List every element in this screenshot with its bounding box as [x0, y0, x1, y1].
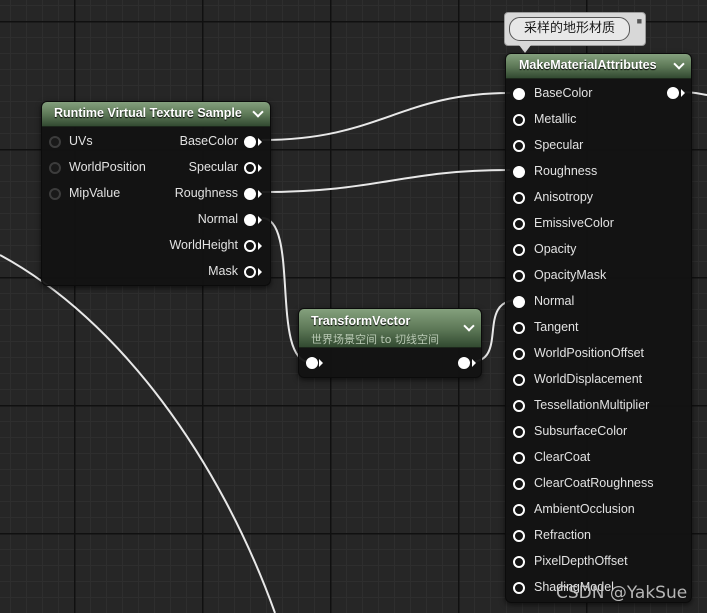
pin-label: BaseColor	[534, 86, 593, 100]
pin-label: MipValue	[69, 186, 121, 200]
transform-vector-node[interactable]: TransformVector 世界场景空间 to 切线空间	[298, 308, 482, 378]
input-pin-icon[interactable]	[513, 582, 525, 594]
input-pin-icon[interactable]	[513, 296, 525, 308]
output-pin-icon[interactable]	[244, 136, 256, 148]
mma-output[interactable]	[665, 85, 685, 101]
rvt-node-header[interactable]: Runtime Virtual Texture Sample	[42, 102, 270, 127]
mma-node-header[interactable]: MakeMaterialAttributes	[506, 54, 691, 79]
rvt-output-specular[interactable]: Specular	[132, 160, 262, 176]
pin-label: Normal	[197, 212, 238, 226]
rvt-output-normal[interactable]: Normal	[132, 212, 262, 228]
pin-label: BaseColor	[179, 134, 238, 148]
pin-label: Normal	[534, 294, 575, 308]
pin-label: WorldDisplacement	[534, 372, 643, 386]
pin-arrow-icon	[319, 359, 323, 367]
input-pin-icon[interactable]	[513, 322, 525, 334]
output-pin-icon[interactable]	[244, 266, 256, 278]
input-pin-icon[interactable]	[513, 218, 525, 230]
transform-input[interactable]	[306, 355, 326, 371]
comment-bubble[interactable]: 采样的地形材质 ■	[504, 12, 646, 53]
pin-label: Tangent	[534, 320, 579, 334]
input-pin-icon[interactable]	[513, 88, 525, 100]
input-pin-icon[interactable]	[306, 357, 318, 369]
wire-basecolor	[261, 92, 511, 141]
input-pin-icon[interactable]	[513, 192, 525, 204]
input-pin-icon[interactable]	[513, 426, 525, 438]
pin-label: ClearCoat	[534, 450, 591, 464]
transform-node-title: TransformVector	[311, 314, 411, 328]
input-pin-icon[interactable]	[513, 556, 525, 568]
pin-arrow-icon	[472, 359, 476, 367]
pin-label: PixelDepthOffset	[534, 554, 628, 568]
mma-node-title: MakeMaterialAttributes	[519, 58, 657, 72]
pin-label: AmbientOcclusion	[534, 502, 635, 516]
input-pin-icon[interactable]	[513, 400, 525, 412]
output-pin-icon[interactable]	[244, 162, 256, 174]
input-pin-icon[interactable]	[513, 452, 525, 464]
input-pin-icon[interactable]	[513, 140, 525, 152]
input-pin-icon[interactable]	[513, 530, 525, 542]
rvt-sample-node[interactable]: Runtime Virtual Texture Sample UVs World…	[41, 101, 271, 286]
pin-label: Specular	[188, 160, 238, 174]
chevron-down-icon[interactable]	[671, 58, 687, 74]
pin-label: Specular	[534, 138, 584, 152]
rvt-output-basecolor[interactable]: BaseColor	[132, 134, 262, 150]
pin-arrow-icon	[681, 89, 685, 97]
pin-icon[interactable]: ■	[637, 16, 642, 26]
pin-label: WorldPositionOffset	[534, 346, 645, 360]
rvt-output-worldheight[interactable]: WorldHeight	[132, 238, 262, 254]
pin-label: TessellationMultiplier	[534, 398, 650, 412]
input-pin-icon[interactable]	[513, 504, 525, 516]
input-pin-icon[interactable]	[49, 136, 61, 148]
output-pin-icon[interactable]	[244, 240, 256, 252]
pin-label: WorldHeight	[169, 238, 238, 252]
transform-node-header[interactable]: TransformVector 世界场景空间 to 切线空间	[299, 309, 481, 348]
pin-label: Anisotropy	[534, 190, 594, 204]
pin-label: Roughness	[534, 164, 598, 178]
pin-arrow-icon	[258, 190, 262, 198]
chevron-down-icon[interactable]	[250, 106, 266, 122]
pin-label: Opacity	[534, 242, 577, 256]
pin-label: Mask	[208, 264, 238, 278]
pin-label: Roughness	[174, 186, 238, 200]
pin-arrow-icon	[258, 268, 262, 276]
transform-node-subtitle: 世界场景空间 to 切线空间	[311, 333, 440, 346]
pin-arrow-icon	[258, 138, 262, 146]
input-pin-icon[interactable]	[513, 374, 525, 386]
input-pin-icon[interactable]	[513, 478, 525, 490]
input-pin-icon[interactable]	[513, 166, 525, 178]
wire-roughness	[261, 169, 511, 193]
make-material-attributes-node[interactable]: MakeMaterialAttributes BaseColor Metallic…	[505, 53, 692, 603]
pin-arrow-icon	[258, 164, 262, 172]
input-pin-icon[interactable]	[513, 348, 525, 360]
pin-label: OpacityMask	[534, 268, 607, 282]
pin-label: Metallic	[534, 112, 577, 126]
rvt-output-mask[interactable]: Mask	[132, 264, 262, 280]
pin-arrow-icon	[258, 216, 262, 224]
pin-label: SubsurfaceColor	[534, 424, 628, 438]
watermark: CSDN @YakSue	[556, 583, 688, 603]
pin-arrow-icon	[258, 242, 262, 250]
output-pin-icon[interactable]	[667, 87, 679, 99]
pin-label: EmissiveColor	[534, 216, 614, 230]
wire-offscreen-left	[0, 254, 276, 613]
pin-label: ClearCoatRoughness	[534, 476, 654, 490]
pin-label: Refraction	[534, 528, 591, 542]
rvt-node-title: Runtime Virtual Texture Sample	[54, 106, 242, 120]
pin-label: UVs	[69, 134, 93, 148]
input-pin-icon[interactable]	[49, 188, 61, 200]
chevron-down-icon[interactable]	[461, 320, 477, 336]
input-pin-icon[interactable]	[513, 114, 525, 126]
input-pin-icon[interactable]	[513, 244, 525, 256]
transform-output[interactable]	[456, 355, 476, 371]
output-pin-icon[interactable]	[458, 357, 470, 369]
output-pin-icon[interactable]	[244, 214, 256, 226]
input-pin-icon[interactable]	[49, 162, 61, 174]
input-pin-icon[interactable]	[513, 270, 525, 282]
output-pin-icon[interactable]	[244, 188, 256, 200]
comment-text: 采样的地形材质	[509, 17, 631, 41]
rvt-output-roughness[interactable]: Roughness	[132, 186, 262, 202]
